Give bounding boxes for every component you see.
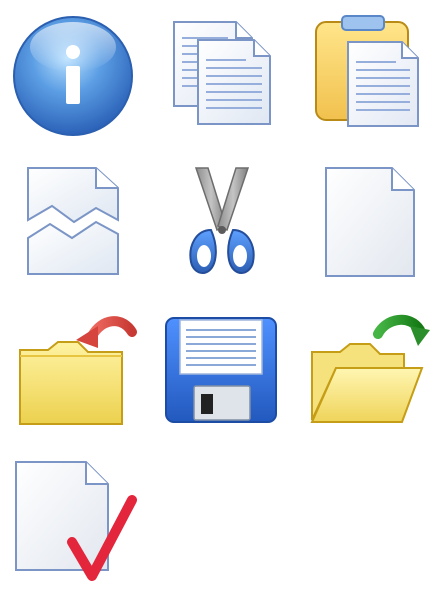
new-document-icon [322,164,418,280]
copy-icon [168,18,276,128]
cut-icon [184,164,260,282]
open-folder-redo-icon [306,310,434,430]
broken-document-icon [22,164,126,280]
document-check-icon [12,458,138,582]
paste-icon [310,12,424,130]
folder-undo-icon [14,314,138,430]
save-icon [162,314,280,426]
info-icon [10,12,136,138]
